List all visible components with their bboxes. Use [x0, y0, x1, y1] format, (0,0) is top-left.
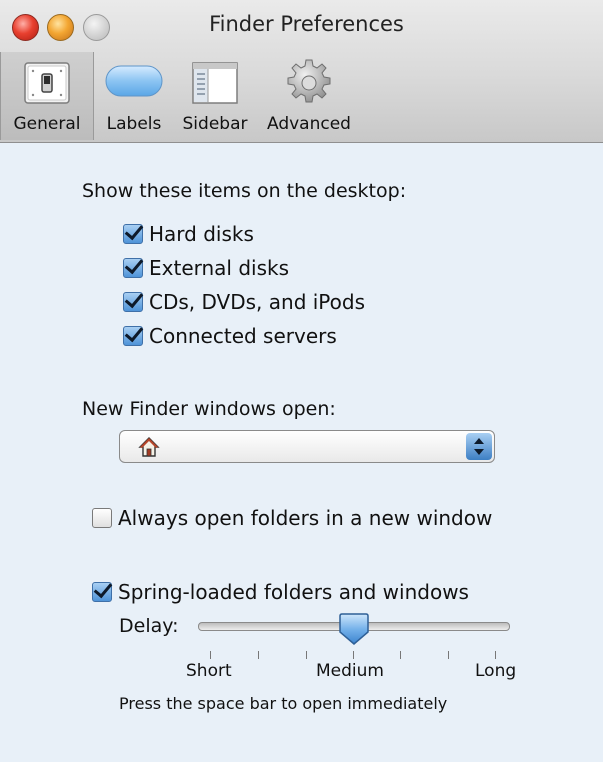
- tab-labels-label: Labels: [106, 114, 162, 134]
- hard-disks-checkbox[interactable]: [123, 224, 143, 244]
- always-open-label: Always open folders in a new window: [118, 506, 493, 530]
- window-title: Finder Preferences: [209, 12, 404, 36]
- connected-servers-checkbox[interactable]: [123, 326, 143, 346]
- spring-loaded-checkbox[interactable]: [92, 582, 112, 602]
- tab-general[interactable]: General: [0, 52, 94, 140]
- tab-advanced-label: Advanced: [267, 114, 351, 134]
- tab-general-label: General: [13, 114, 81, 134]
- hard-disks-label: Hard disks: [149, 222, 254, 246]
- tab-labels[interactable]: Labels: [96, 52, 172, 140]
- desktop-items-heading: Show these items on the desktop:: [82, 180, 407, 202]
- tick-label-short: Short: [186, 661, 232, 681]
- finder-preferences-window: Finder Preferences General Labels Sideba…: [0, 0, 603, 762]
- label-pill-icon: [105, 65, 163, 97]
- gear-icon: [287, 59, 331, 103]
- external-disks-label: External disks: [149, 256, 290, 280]
- title-toolbar: Finder Preferences General Labels Sideba…: [0, 0, 603, 143]
- slider-tick: [400, 651, 401, 659]
- always-open-checkbox-row[interactable]: Always open folders in a new window: [92, 506, 492, 530]
- spring-loaded-note: Press the space bar to open immediately: [119, 694, 448, 713]
- slider-tick: [210, 651, 211, 659]
- home-icon: [138, 437, 160, 457]
- connected-servers-label: Connected servers: [149, 324, 337, 348]
- tab-sidebar-label: Sidebar: [182, 114, 248, 134]
- new-windows-popup[interactable]: [119, 430, 495, 463]
- light-switch-icon: [24, 62, 70, 104]
- slider-tick: [495, 651, 496, 659]
- cds-dvds-ipods-checkbox-row[interactable]: CDs, DVDs, and iPods: [123, 290, 365, 314]
- delay-label: Delay:: [119, 615, 179, 637]
- sidebar-window-icon: [192, 62, 238, 104]
- connected-servers-checkbox-row[interactable]: Connected servers: [123, 324, 337, 348]
- hard-disks-checkbox-row[interactable]: Hard disks: [123, 222, 254, 246]
- slider-tick: [448, 651, 449, 659]
- popup-arrows-icon: [466, 433, 492, 460]
- spring-loaded-checkbox-row[interactable]: Spring-loaded folders and windows: [92, 580, 469, 604]
- external-disks-checkbox-row[interactable]: External disks: [123, 256, 289, 280]
- slider-tick: [353, 651, 354, 659]
- always-open-checkbox[interactable]: [92, 508, 112, 528]
- tick-label-medium: Medium: [316, 661, 384, 681]
- slider-tick: [258, 651, 259, 659]
- tab-advanced[interactable]: Advanced: [260, 52, 358, 140]
- tab-sidebar[interactable]: Sidebar: [176, 52, 254, 140]
- slider-tick: [306, 651, 307, 659]
- cds-dvds-ipods-checkbox[interactable]: [123, 292, 143, 312]
- tick-label-long: Long: [475, 661, 517, 681]
- spring-loaded-label: Spring-loaded folders and windows: [118, 580, 469, 604]
- external-disks-checkbox[interactable]: [123, 258, 143, 278]
- cds-dvds-ipods-label: CDs, DVDs, and iPods: [149, 290, 366, 314]
- new-windows-heading: New Finder windows open:: [82, 398, 336, 420]
- delay-slider-knob[interactable]: [338, 612, 370, 646]
